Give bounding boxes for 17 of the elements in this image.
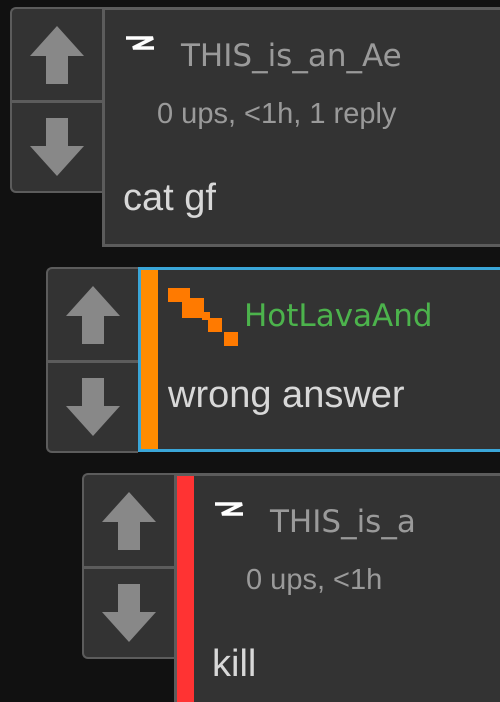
- down-arrow-icon: [66, 378, 120, 436]
- username-link[interactable]: THIS_is_an_Ae: [181, 38, 402, 74]
- username-link[interactable]: THIS_is_a: [270, 504, 416, 540]
- down-arrow-icon: [102, 584, 156, 642]
- comment-meta: 0 ups, <1h, 1 reply: [157, 98, 398, 131]
- down-arrow-icon: [30, 118, 84, 176]
- comment-meta: 0 ups, <1h: [246, 564, 384, 597]
- comment-text: wrong answer: [168, 374, 406, 417]
- zigzag-icon: [123, 34, 157, 52]
- username-link[interactable]: HotLavaAnd: [244, 298, 433, 334]
- comment-text: kill: [212, 643, 258, 686]
- comment-text: cat gf: [123, 177, 217, 220]
- pixel-steps-icon: [168, 288, 238, 348]
- zigzag-icon: [212, 500, 246, 518]
- up-arrow-icon: [102, 492, 156, 550]
- up-arrow-icon: [30, 26, 84, 84]
- up-arrow-icon: [66, 286, 120, 344]
